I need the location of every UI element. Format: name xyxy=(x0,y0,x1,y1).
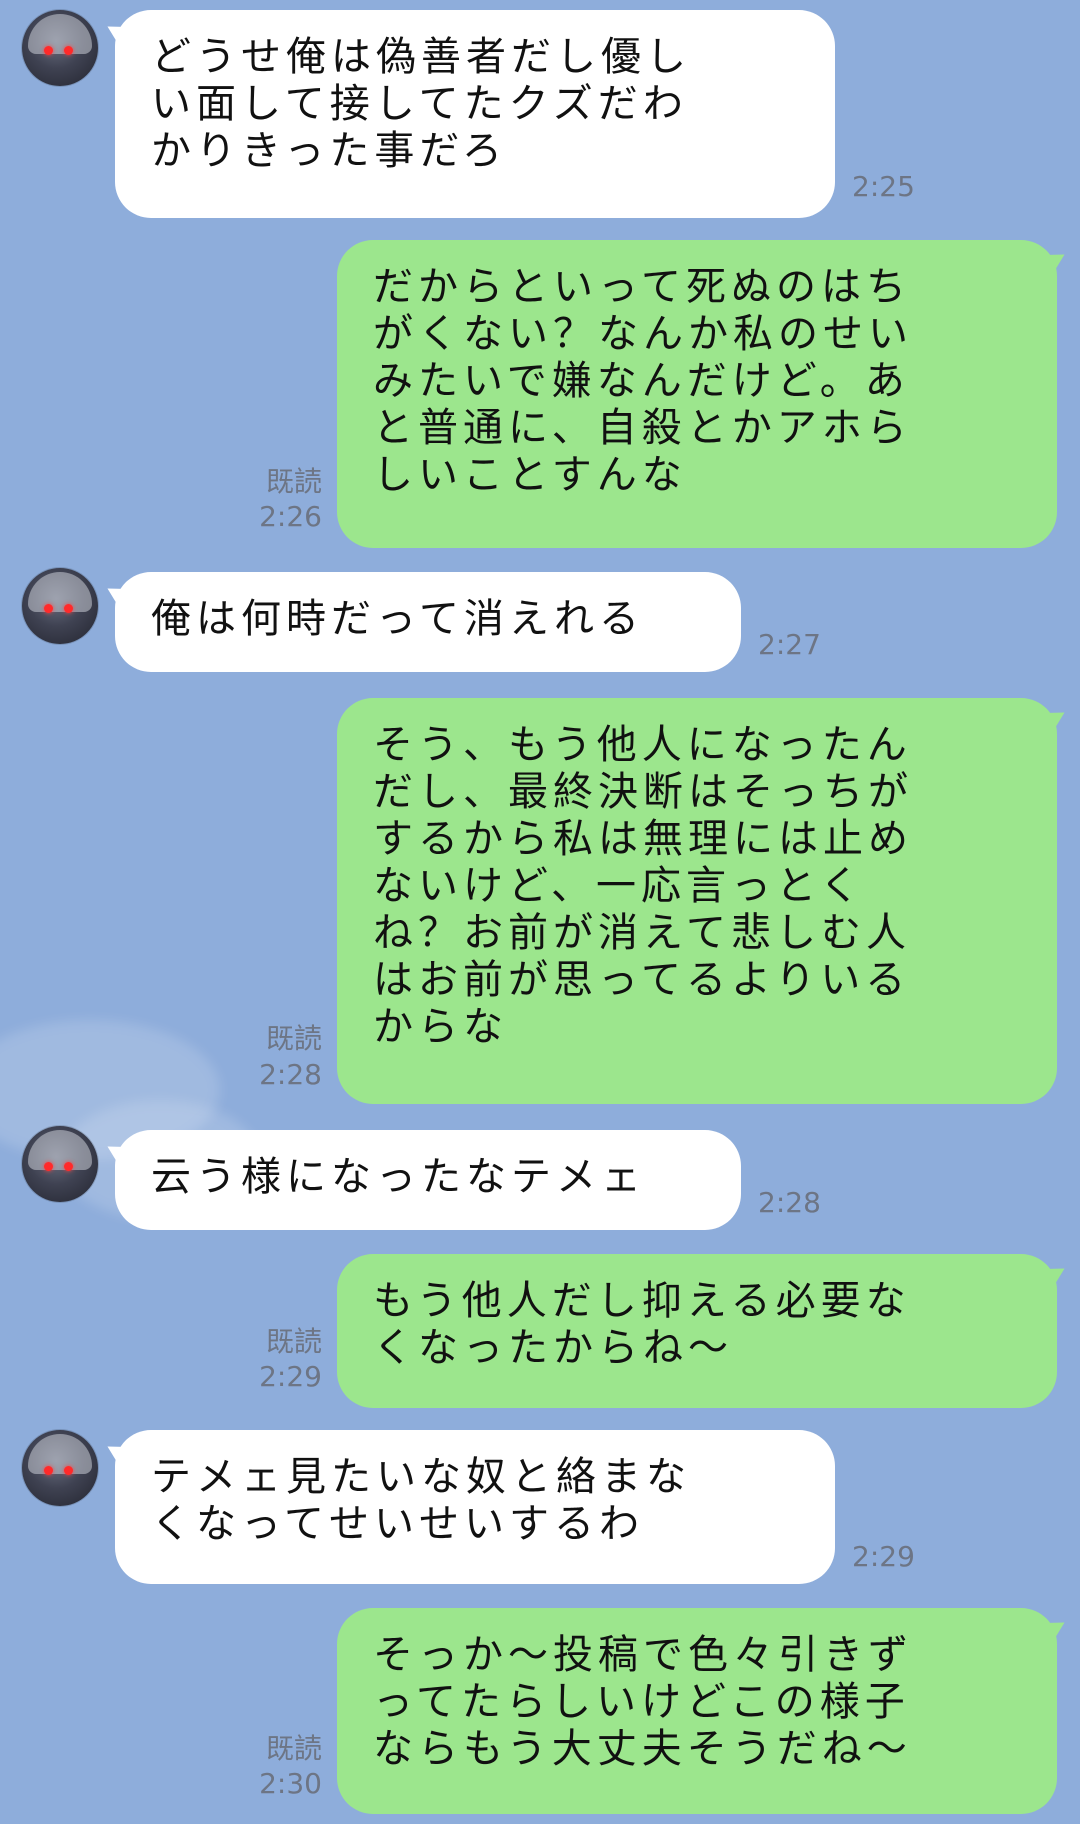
avatar[interactable] xyxy=(22,1430,98,1506)
message-time: 2:28 xyxy=(259,1058,322,1091)
outgoing-message-bubble[interactable]: そっか〜投稿で色々引きず ってたらしいけどこの様子 ならもう大丈夫そうだね〜 xyxy=(337,1608,1057,1814)
read-receipt: 既読 xyxy=(265,1732,322,1765)
message-time: 2:25 xyxy=(852,170,915,203)
message-time: 2:29 xyxy=(852,1540,915,1573)
incoming-message-bubble[interactable]: どうせ俺は偽善者だし優し い面して接してたクズだわ かりきった事だろ xyxy=(115,10,835,218)
message-time: 2:28 xyxy=(758,1186,821,1219)
message-time: 2:29 xyxy=(259,1360,322,1393)
avatar[interactable] xyxy=(22,10,98,86)
outgoing-message-bubble[interactable]: そう、もう他人になったん だし、最終決断はそっちが するから私は無理には止め な… xyxy=(337,698,1057,1104)
outgoing-message-bubble[interactable]: だからといって死ぬのはち がくない？なんか私のせい みたいで嫌なんだけど。あ と… xyxy=(337,240,1057,548)
read-receipt: 既読 xyxy=(265,465,322,498)
read-receipt: 既読 xyxy=(265,1022,322,1055)
read-receipt: 既読 xyxy=(265,1325,322,1358)
incoming-message-bubble[interactable]: テメェ見たいな奴と絡まな くなってせいせいするわ xyxy=(115,1430,835,1584)
message-time: 2:26 xyxy=(259,500,322,533)
avatar[interactable] xyxy=(22,1126,98,1202)
message-time: 2:30 xyxy=(259,1767,322,1800)
avatar[interactable] xyxy=(22,568,98,644)
outgoing-message-bubble[interactable]: もう他人だし抑える必要な くなったからね〜 xyxy=(337,1254,1057,1408)
incoming-message-bubble[interactable]: 俺は何時だって消えれる xyxy=(115,572,741,672)
incoming-message-bubble[interactable]: 云う様になったなテメェ xyxy=(115,1130,741,1230)
message-time: 2:27 xyxy=(758,628,821,661)
